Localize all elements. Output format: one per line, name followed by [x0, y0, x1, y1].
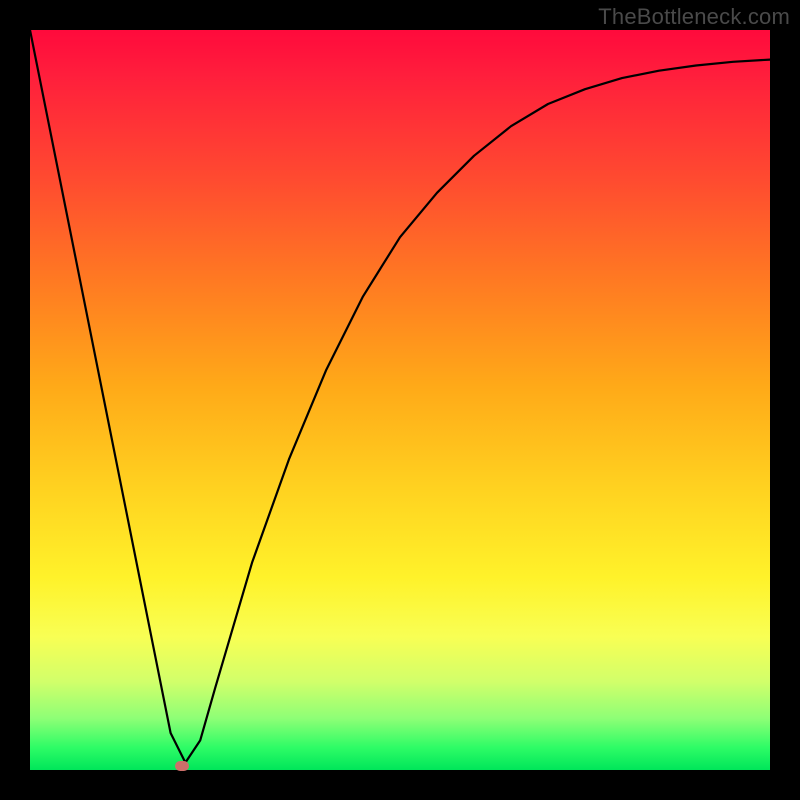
optimum-marker: [175, 761, 189, 771]
bottleneck-curve: [30, 30, 770, 763]
plot-area: [30, 30, 770, 770]
chart-frame: TheBottleneck.com: [0, 0, 800, 800]
watermark-text: TheBottleneck.com: [598, 4, 790, 30]
curve-layer: [30, 30, 770, 770]
